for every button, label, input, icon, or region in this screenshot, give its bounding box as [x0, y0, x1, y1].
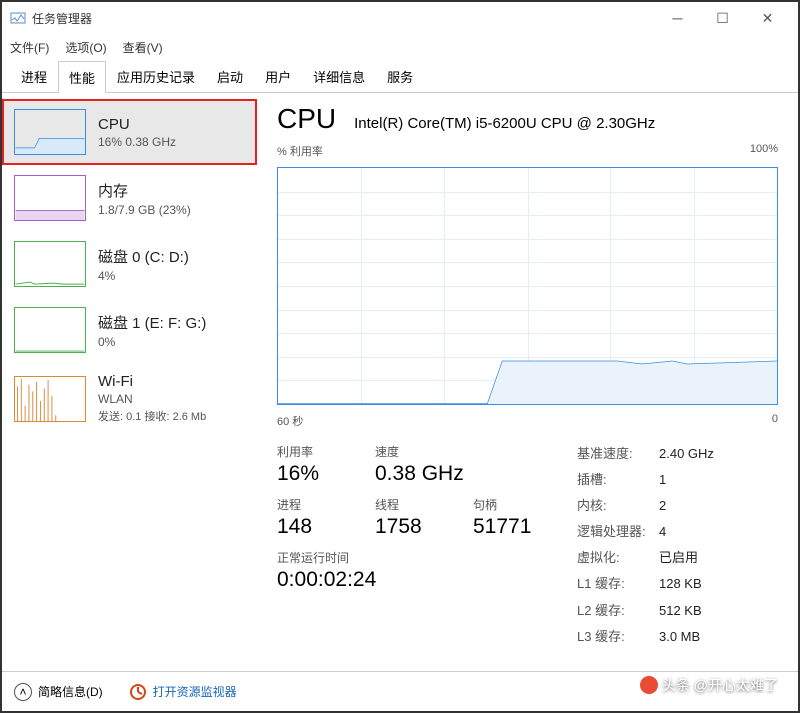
spec-l1: 128 KB [659, 573, 702, 595]
sidebar-item-label: 磁盘 0 (C: D:) [98, 246, 189, 267]
spec-logical: 4 [659, 521, 666, 543]
spec-sockets-label: 插槽: [577, 469, 659, 491]
spec-base-label: 基准速度: [577, 443, 659, 465]
sidebar-item-sub: WLAN [98, 392, 206, 406]
spec-l3-label: L3 缓存: [577, 626, 659, 648]
stat-thr: 1758 [375, 515, 447, 539]
sidebar-item-sub: 16% 0.38 GHz [98, 135, 176, 149]
spec-cores-label: 内核: [577, 495, 659, 517]
chart-label-bottom-right: 0 [772, 413, 778, 429]
tab-startup[interactable]: 启动 [206, 60, 254, 92]
cpu-thumb-icon [14, 109, 86, 155]
sidebar-item-label: Wi-Fi [98, 373, 206, 390]
stat-uptime: 0:00:02:24 [277, 568, 545, 592]
spec-l2: 512 KB [659, 600, 702, 622]
sidebar-item-sub: 1.8/7.9 GB (23%) [98, 203, 191, 217]
tab-details[interactable]: 详细信息 [302, 60, 376, 92]
sidebar-item-disk1[interactable]: 磁盘 1 (E: F: G:) 0% [2, 297, 257, 363]
tabs: 进程 性能 应用历史记录 启动 用户 详细信息 服务 [2, 60, 798, 93]
stat-hnd-label: 句柄 [473, 496, 545, 513]
sidebar-item-sub2: 发送: 0.1 接收: 2.6 Mb [98, 408, 206, 424]
memory-thumb-icon [14, 175, 86, 221]
stat-thr-label: 线程 [375, 496, 447, 513]
tab-app-history[interactable]: 应用历史记录 [106, 60, 206, 92]
task-manager-window: 任务管理器 ─ ☐ ✕ 文件(F) 选项(O) 查看(V) 进程 性能 应用历史… [0, 0, 800, 713]
titlebar[interactable]: 任务管理器 ─ ☐ ✕ [2, 2, 798, 34]
detail-panel: CPU Intel(R) Core(TM) i5-6200U CPU @ 2.3… [257, 93, 798, 671]
watermark: 头条 @开心太难了 [640, 675, 778, 695]
chart-label-top-left: % 利用率 [277, 143, 323, 159]
stat-speed: 0.38 GHz [375, 462, 495, 486]
open-resource-monitor-link[interactable]: 打开资源监视器 [153, 683, 237, 700]
wifi-thumb-icon [14, 376, 86, 422]
sidebar-item-memory[interactable]: 内存 1.8/7.9 GB (23%) [2, 165, 257, 231]
detail-title: CPU [277, 103, 336, 135]
menu-view[interactable]: 查看(V) [123, 39, 163, 56]
stat-util: 16% [277, 462, 349, 486]
sidebar-item-label: 内存 [98, 180, 191, 201]
stat-util-label: 利用率 [277, 443, 349, 460]
cpu-model: Intel(R) Core(TM) i5-6200U CPU @ 2.30GHz [354, 115, 655, 132]
menu-file[interactable]: 文件(F) [10, 39, 49, 56]
fewer-details-link[interactable]: 简略信息(D) [38, 683, 103, 700]
sidebar-item-sub: 0% [98, 335, 206, 349]
spec-logical-label: 逻辑处理器: [577, 521, 659, 543]
tab-performance[interactable]: 性能 [58, 61, 106, 93]
tab-users[interactable]: 用户 [254, 60, 302, 92]
spec-virt: 已启用 [659, 547, 698, 569]
sidebar-item-cpu[interactable]: CPU 16% 0.38 GHz [2, 99, 257, 165]
app-icon [10, 10, 26, 26]
sidebar: CPU 16% 0.38 GHz 内存 1.8/7.9 GB (23%) 磁盘 0 … [2, 93, 257, 671]
sidebar-item-disk0[interactable]: 磁盘 0 (C: D:) 4% [2, 231, 257, 297]
spec-l1-label: L1 缓存: [577, 573, 659, 595]
resource-monitor-icon [129, 683, 147, 701]
spec-l3: 3.0 MB [659, 626, 700, 648]
menu-options[interactable]: 选项(O) [65, 39, 106, 56]
spec-virt-label: 虚拟化: [577, 547, 659, 569]
stat-hnd: 51771 [473, 515, 545, 539]
disk-thumb-icon [14, 241, 86, 287]
stat-proc-label: 进程 [277, 496, 349, 513]
sidebar-item-label: 磁盘 1 (E: F: G:) [98, 312, 206, 333]
sidebar-item-label: CPU [98, 116, 176, 133]
chart-label-top-right: 100% [750, 143, 778, 159]
cpu-chart [277, 167, 778, 405]
spec-base: 2.40 GHz [659, 443, 714, 465]
tab-processes[interactable]: 进程 [10, 60, 58, 92]
close-button[interactable]: ✕ [745, 3, 790, 33]
tab-services[interactable]: 服务 [376, 60, 424, 92]
main-area: CPU 16% 0.38 GHz 内存 1.8/7.9 GB (23%) 磁盘 0 … [2, 93, 798, 671]
menubar: 文件(F) 选项(O) 查看(V) [2, 34, 798, 60]
spec-cores: 2 [659, 495, 666, 517]
sidebar-item-wifi[interactable]: Wi-Fi WLAN 发送: 0.1 接收: 2.6 Mb [2, 363, 257, 434]
spec-l2-label: L2 缓存: [577, 600, 659, 622]
stat-speed-label: 速度 [375, 443, 495, 460]
sidebar-item-sub: 4% [98, 269, 189, 283]
spec-sockets: 1 [659, 469, 666, 491]
minimize-button[interactable]: ─ [655, 3, 700, 33]
window-title: 任务管理器 [32, 10, 655, 27]
stat-proc: 148 [277, 515, 349, 539]
maximize-button[interactable]: ☐ [700, 3, 745, 33]
stat-uptime-label: 正常运行时间 [277, 549, 545, 566]
chart-label-bottom-left: 60 秒 [277, 413, 303, 429]
disk-thumb-icon [14, 307, 86, 353]
toutiao-logo-icon [640, 676, 658, 694]
chevron-up-icon[interactable]: ˄ [14, 683, 32, 701]
